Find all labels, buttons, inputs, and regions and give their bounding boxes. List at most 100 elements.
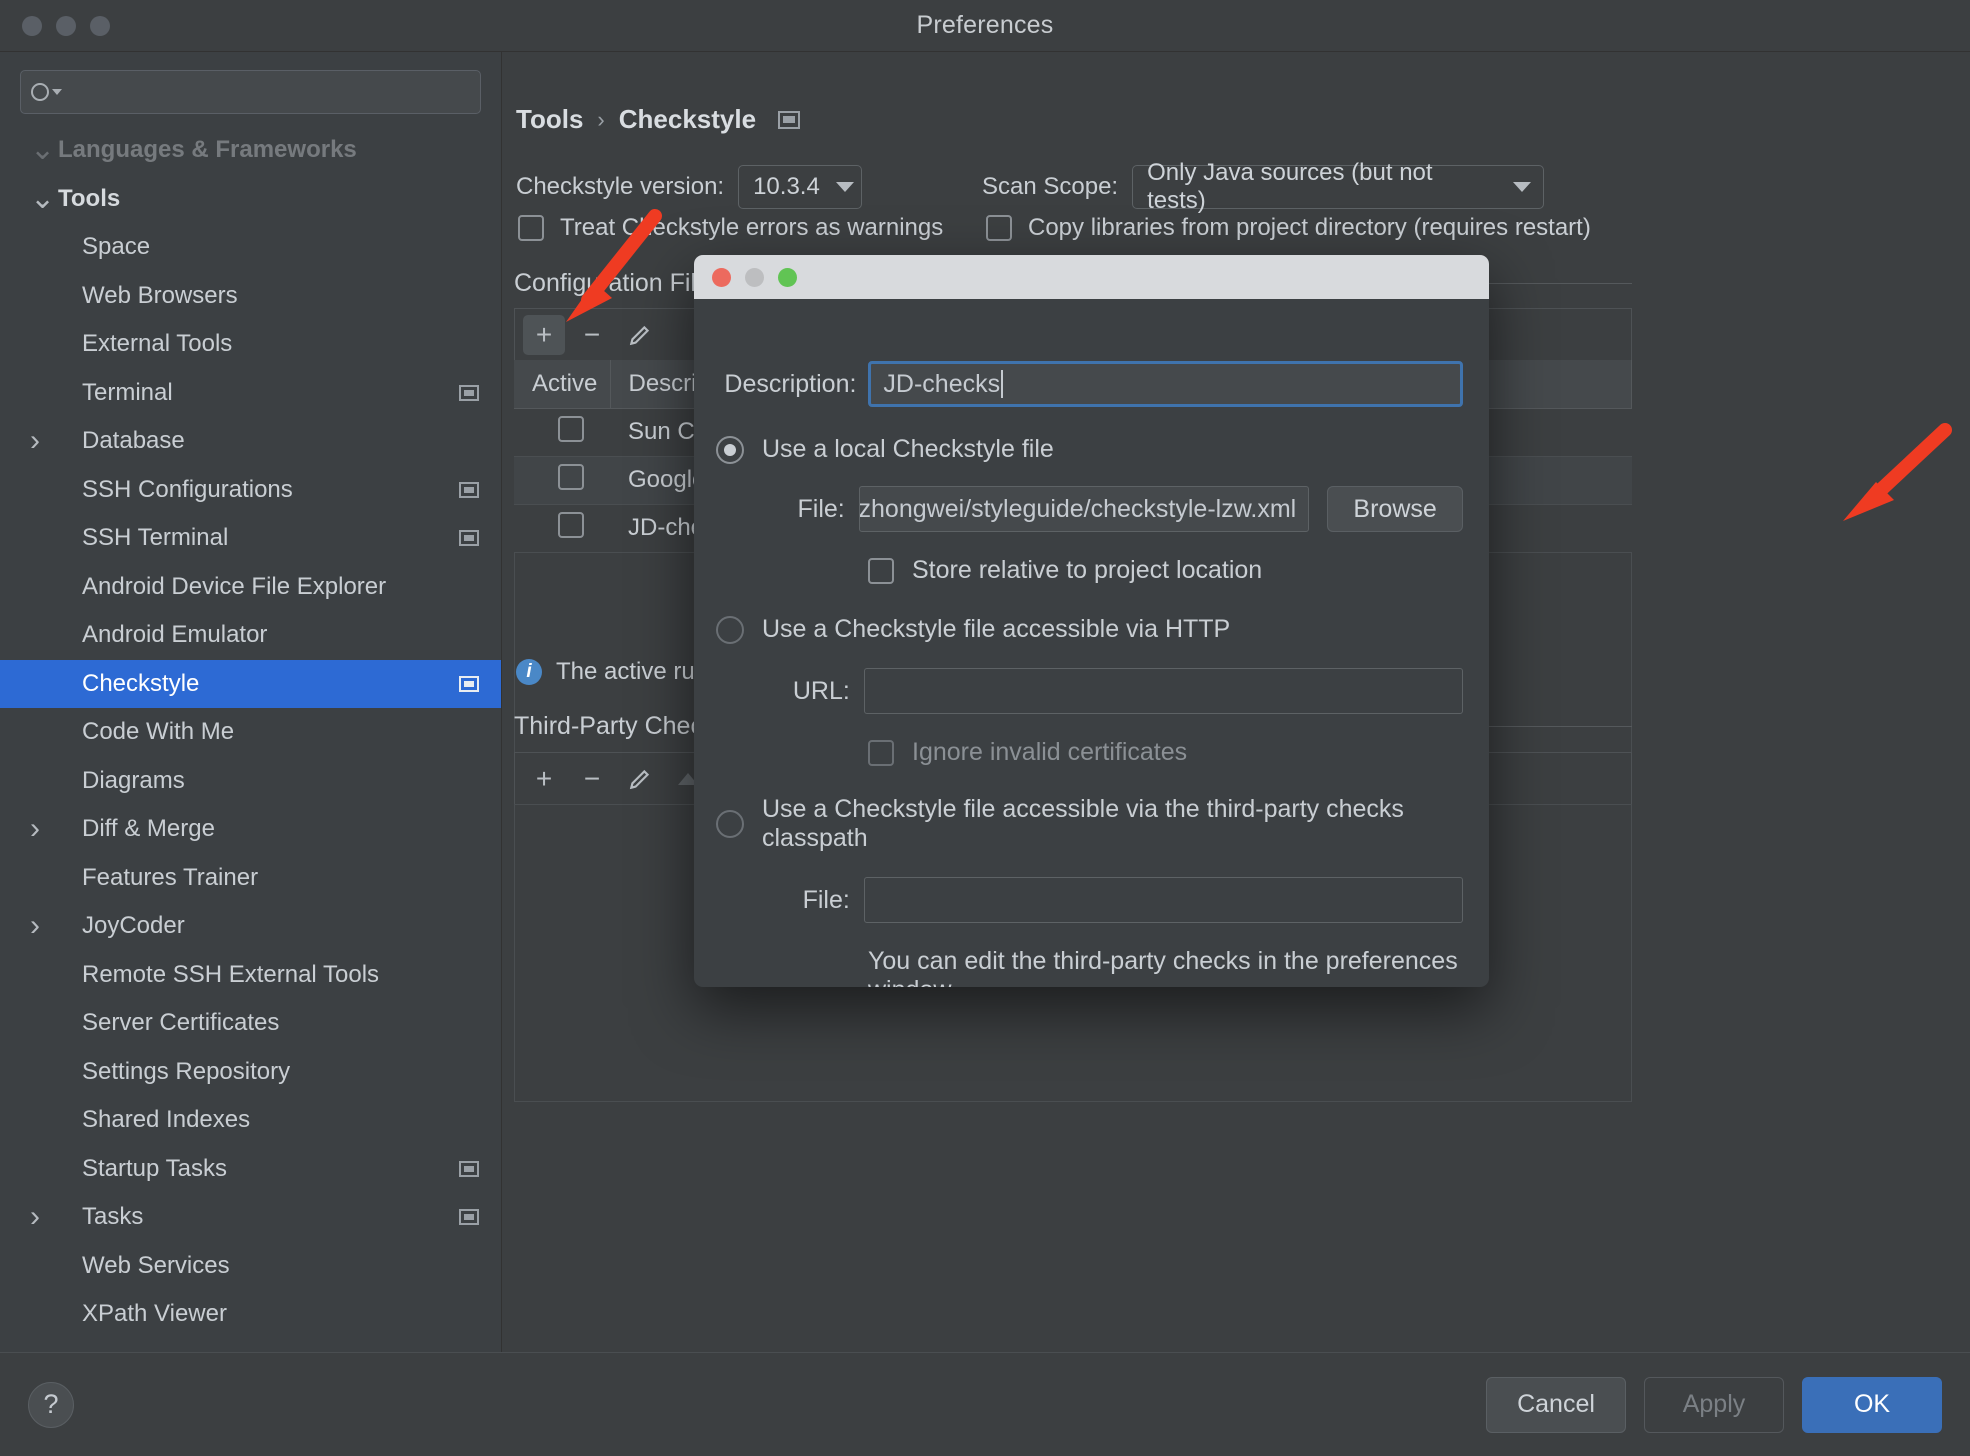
configuration-file-title: Configuration File xyxy=(514,269,710,298)
sidebar-item-label: Checkstyle xyxy=(82,670,199,698)
add-configuration-button[interactable]: + xyxy=(523,315,565,355)
sidebar-item-label: Tasks xyxy=(82,1203,143,1231)
sidebar-search-wrap xyxy=(0,52,501,124)
sidebar-item-label: Database xyxy=(82,427,185,455)
browse-button[interactable]: Browse xyxy=(1327,486,1463,532)
sidebar-item-label: DevOpsKit xyxy=(58,1349,181,1352)
settings-tree[interactable]: ⌄Languages & Frameworks⌄ToolsSpace Web Br… xyxy=(0,124,501,1352)
classpath-radio-row[interactable]: Use a Checkstyle file accessible via the… xyxy=(716,795,1463,853)
active-cell[interactable] xyxy=(514,456,610,504)
sidebar-item-diagrams[interactable]: Diagrams xyxy=(0,757,501,806)
classpath-radio[interactable] xyxy=(716,810,744,838)
sidebar-item-features-trainer[interactable]: Features Trainer xyxy=(0,854,501,903)
dialog-zoom-dot-icon[interactable] xyxy=(778,268,797,287)
scan-scope-label: Scan Scope: xyxy=(982,173,1118,201)
scan-scope-select[interactable]: Only Java sources (but not tests) xyxy=(1132,165,1544,209)
url-input[interactable] xyxy=(864,668,1463,714)
sidebar-item-label: JoyCoder xyxy=(82,912,185,940)
sidebar-item-label: Diff & Merge xyxy=(82,815,215,843)
column-header-active[interactable]: Active xyxy=(514,360,610,408)
configuration-file-dialog: Description: JD-checks Use a local Check… xyxy=(694,255,1489,987)
cancel-button[interactable]: Cancel xyxy=(1486,1377,1626,1433)
remove-configuration-button[interactable]: − xyxy=(571,315,613,355)
sidebar-item-web-services[interactable]: Web Services xyxy=(0,1242,501,1291)
classpath-file-input[interactable] xyxy=(864,877,1463,923)
sidebar-item-web-browsers[interactable]: Web Browsers xyxy=(0,272,501,321)
settings-sidebar: ⌄Languages & Frameworks⌄ToolsSpace Web Br… xyxy=(0,52,502,1352)
window-footer: ? Cancel Apply OK xyxy=(0,1352,1970,1456)
dialog-body: Description: JD-checks Use a local Check… xyxy=(694,299,1489,987)
footer-button-group: Cancel Apply OK xyxy=(1486,1377,1942,1433)
sidebar-item-label: Features Trainer xyxy=(82,864,258,892)
local-file-input[interactable]: de/liuzhongwei/styleguide/checkstyle-lzw… xyxy=(859,486,1309,532)
sidebar-item-tools[interactable]: ⌄Tools xyxy=(0,175,501,224)
sidebar-item-android-emulator[interactable]: Android Emulator xyxy=(0,611,501,660)
store-relative-row[interactable]: Store relative to project location xyxy=(868,556,1463,585)
active-checkbox[interactable] xyxy=(558,464,584,490)
sidebar-item-external-tools[interactable]: External Tools xyxy=(0,320,501,369)
chevron-down-icon: ⌄ xyxy=(30,193,58,205)
sidebar-item-code-with-me[interactable]: Code With Me xyxy=(0,708,501,757)
local-file-label: Use a local Checkstyle file xyxy=(762,435,1054,464)
chevron-down-icon: ⌄ xyxy=(30,144,58,156)
store-relative-label: Store relative to project location xyxy=(912,556,1262,585)
sidebar-item-server-certificates[interactable]: Server Certificates xyxy=(0,999,501,1048)
breadcrumb-current: Checkstyle xyxy=(619,104,756,135)
add-third-party-button[interactable]: + xyxy=(523,759,565,799)
sidebar-item-diff-merge[interactable]: ›Diff & Merge xyxy=(0,805,501,854)
checkstyle-version-select[interactable]: 10.3.4 xyxy=(738,165,862,209)
sidebar-item-android-device-file-explorer[interactable]: Android Device File Explorer xyxy=(0,563,501,612)
sidebar-item-startup-tasks[interactable]: Startup Tasks xyxy=(0,1145,501,1194)
sidebar-item-devopskit[interactable]: DevOpsKit xyxy=(0,1339,501,1353)
url-label: URL: xyxy=(716,677,850,706)
treat-errors-checkbox[interactable] xyxy=(518,215,544,241)
sidebar-item-joycoder[interactable]: ›JoyCoder xyxy=(0,902,501,951)
sidebar-item-ssh-terminal[interactable]: SSH Terminal xyxy=(0,514,501,563)
local-file-radio-row[interactable]: Use a local Checkstyle file xyxy=(716,435,1463,464)
sidebar-item-database[interactable]: ›Database xyxy=(0,417,501,466)
search-input[interactable] xyxy=(20,70,481,114)
sidebar-item-settings-repository[interactable]: Settings Repository xyxy=(0,1048,501,1097)
sidebar-item-label: Settings Repository xyxy=(82,1058,290,1086)
active-checkbox[interactable] xyxy=(558,416,584,442)
sidebar-item-label: Server Certificates xyxy=(82,1009,279,1037)
treat-errors-checkbox-row[interactable]: Treat Checkstyle errors as warnings xyxy=(518,214,943,242)
sidebar-item-xpath-viewer[interactable]: XPath Viewer xyxy=(0,1290,501,1339)
description-value: JD-checks xyxy=(883,370,1000,399)
breadcrumb: Tools › Checkstyle xyxy=(502,52,1970,135)
sidebar-item-checkstyle[interactable]: Checkstyle xyxy=(0,660,501,709)
sidebar-item-ssh-configurations[interactable]: SSH Configurations xyxy=(0,466,501,515)
active-cell[interactable] xyxy=(514,504,610,552)
help-button[interactable]: ? xyxy=(28,1382,74,1428)
edit-pencil-icon[interactable] xyxy=(619,759,661,799)
sidebar-item-label: Web Browsers xyxy=(82,282,238,310)
http-file-radio[interactable] xyxy=(716,616,744,644)
active-cell[interactable] xyxy=(514,408,610,456)
breadcrumb-parent[interactable]: Tools xyxy=(516,104,583,135)
panel-badge-icon[interactable] xyxy=(778,111,800,129)
dialog-minimize-dot-icon[interactable] xyxy=(745,268,764,287)
third-party-hint: You can edit the third-party checks in t… xyxy=(868,947,1463,987)
sidebar-item-remote-ssh-external-tools[interactable]: Remote SSH External Tools xyxy=(0,951,501,1000)
active-checkbox[interactable] xyxy=(558,512,584,538)
description-input[interactable]: JD-checks xyxy=(868,361,1463,407)
remove-third-party-button[interactable]: − xyxy=(571,759,613,799)
ok-button[interactable]: OK xyxy=(1802,1377,1942,1433)
http-file-radio-row[interactable]: Use a Checkstyle file accessible via HTT… xyxy=(716,615,1463,644)
sidebar-item-label: Web Services xyxy=(82,1252,230,1280)
sidebar-item-space[interactable]: Space xyxy=(0,223,501,272)
local-file-value: de/liuzhongwei/styleguide/checkstyle-lzw… xyxy=(859,495,1296,524)
sidebar-item-tasks[interactable]: ›Tasks xyxy=(0,1193,501,1242)
edit-pencil-icon[interactable] xyxy=(619,315,661,355)
dialog-close-dot-icon[interactable] xyxy=(712,268,731,287)
search-dropdown-icon[interactable] xyxy=(52,89,62,95)
settings-sync-badge-icon xyxy=(459,385,479,401)
sidebar-item-languages-frameworks[interactable]: ⌄Languages & Frameworks xyxy=(0,126,501,175)
sidebar-item-terminal[interactable]: Terminal xyxy=(0,369,501,418)
copy-libraries-checkbox-row[interactable]: Copy libraries from project directory (r… xyxy=(986,214,1591,242)
sidebar-item-shared-indexes[interactable]: Shared Indexes xyxy=(0,1096,501,1145)
local-file-radio[interactable] xyxy=(716,436,744,464)
copy-libraries-checkbox[interactable] xyxy=(986,215,1012,241)
store-relative-checkbox[interactable] xyxy=(868,558,894,584)
checkstyle-version-value: 10.3.4 xyxy=(753,173,820,201)
